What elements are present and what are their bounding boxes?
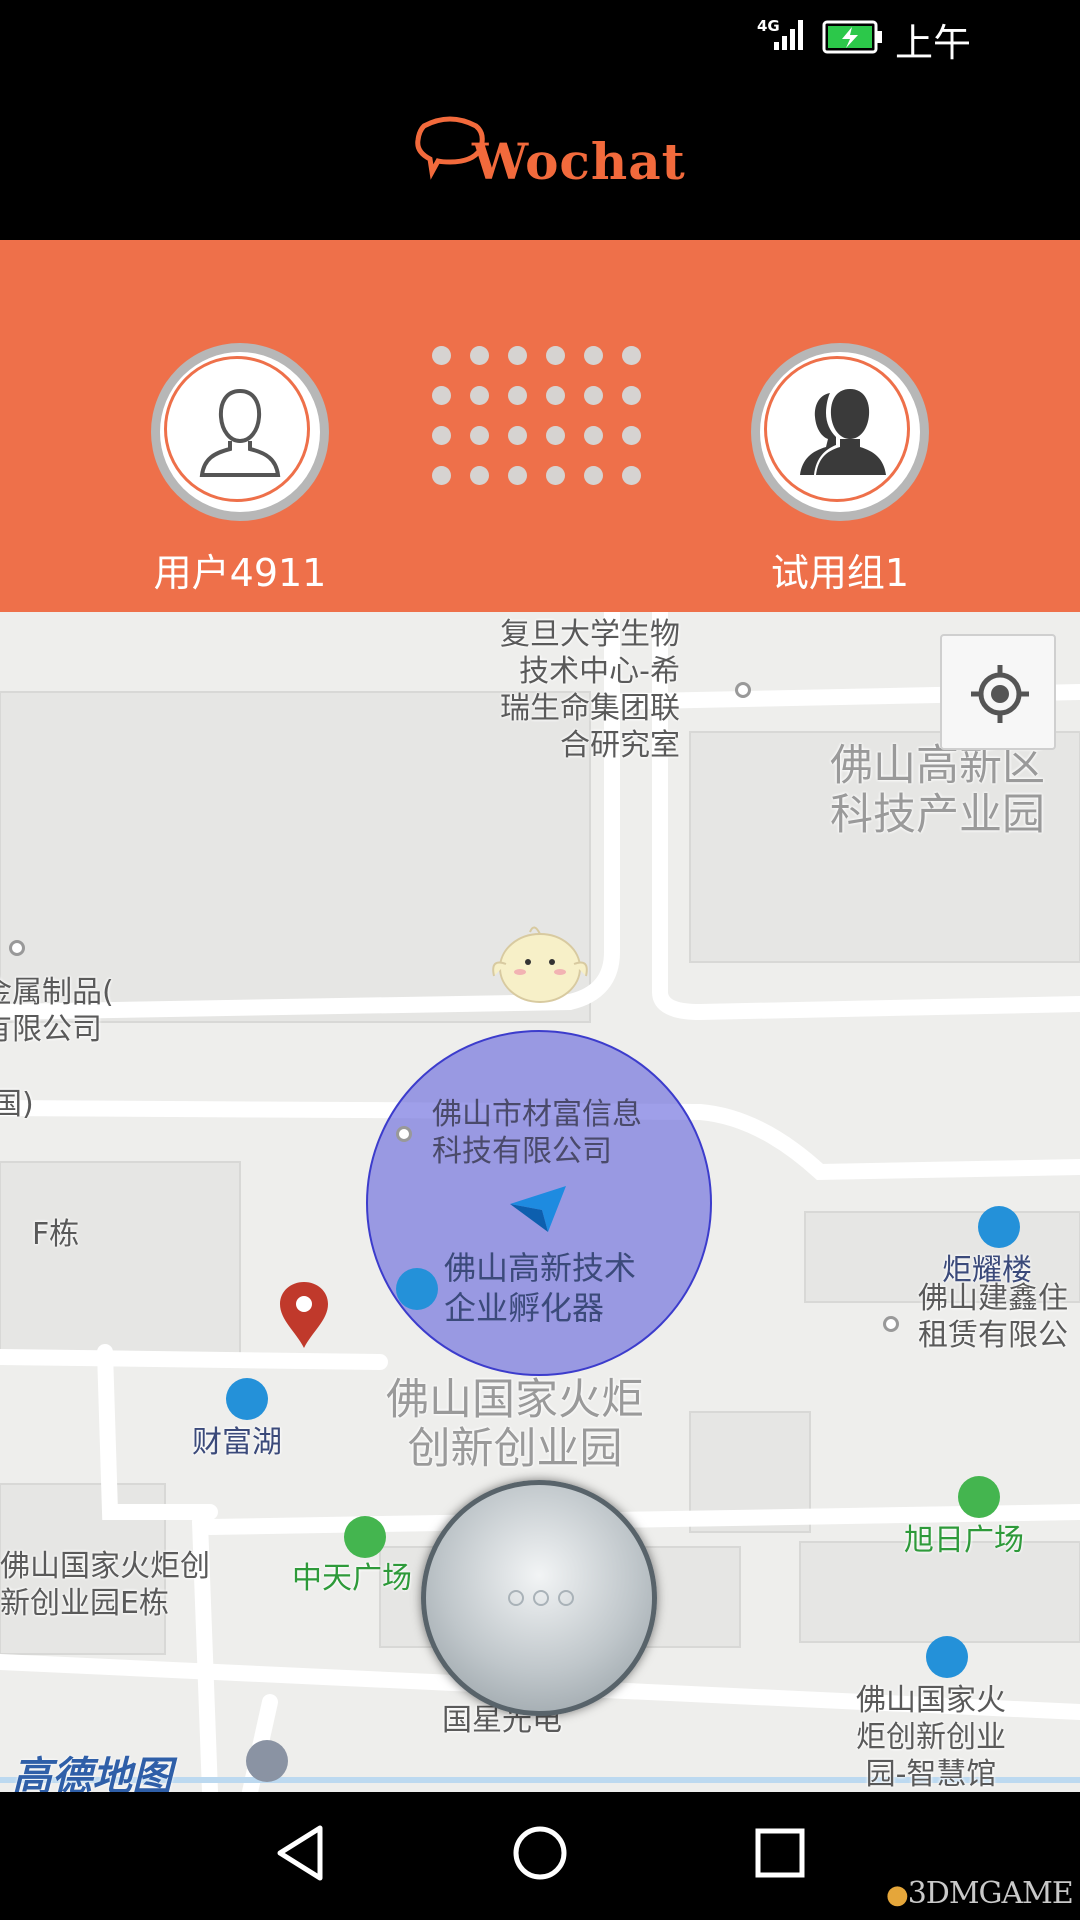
status-bar: 4G 上午10:39 — [0, 0, 1080, 111]
group-icon — [800, 389, 886, 475]
user-outline-icon — [199, 388, 281, 477]
navigation-arrow-icon — [510, 1186, 566, 1232]
crosshair-icon — [971, 665, 1029, 723]
poi-dot — [396, 1126, 412, 1142]
logo-text: Wochat — [472, 132, 686, 191]
map-label-hitech-park: 佛山高新区 科技产业园 — [830, 741, 1045, 840]
map-label-metal: 金属制品( 有限公司 — [0, 975, 114, 1047]
battery-icon — [822, 20, 882, 54]
group-name: 试用组1 — [770, 551, 910, 595]
poi-dot — [735, 682, 751, 698]
poi-dot — [883, 1316, 899, 1332]
map-label-fudan: 复旦大学生物 技术中心-希 瑞生命集团联 合研究室 — [500, 617, 680, 763]
map-label-partial: 国) — [0, 1087, 34, 1122]
watermark: ●3DMGAME — [886, 1876, 1074, 1911]
map-label-torch-e: 佛山国家火炬创 新创业园E栋 — [0, 1549, 210, 1621]
group-avatar-button[interactable] — [751, 343, 929, 521]
map-label-jianxin: 佛山建鑫住 租赁有限公 — [918, 1281, 1068, 1353]
map-label-smart-hall: 佛山国家火 炬创新创业 园-智慧馆 — [856, 1683, 1006, 1792]
ellipsis-icon — [508, 1590, 574, 1606]
poi-tree-icon[interactable] — [344, 1516, 386, 1558]
map-label-zhongtian: 中天广场 — [292, 1561, 412, 1596]
back-triangle-icon[interactable] — [272, 1822, 328, 1884]
poi-metro-icon[interactable] — [246, 1740, 288, 1782]
poi-building-icon[interactable] — [926, 1636, 968, 1678]
caller-name: 用户4911 — [153, 551, 327, 595]
system-nav-bar: ●3DMGAME — [0, 1792, 1080, 1920]
map-label-incubator: 佛山高新技术 企业孵化器 — [444, 1249, 637, 1327]
recents-square-icon[interactable] — [752, 1822, 808, 1884]
user-avatar-button[interactable] — [151, 343, 329, 521]
home-circle-icon[interactable] — [510, 1822, 570, 1884]
map-view[interactable]: 复旦大学生物 技术中心-希 瑞生命集团联 合研究室 佛山高新区 科技产业园 金属… — [0, 612, 1080, 1792]
mascot-icon — [492, 926, 588, 1003]
poi-building-icon[interactable] — [396, 1268, 438, 1310]
dot-grid-icon — [432, 346, 644, 496]
map-provider-logo: 高德地图 — [12, 1754, 172, 1792]
floating-menu-button[interactable] — [421, 1480, 657, 1716]
map-pin-icon[interactable] — [278, 1280, 330, 1350]
signal-icon — [774, 20, 803, 50]
map-label-torch-park: 佛山国家火炬 创新创业园 — [386, 1375, 644, 1474]
poi-tree-icon[interactable] — [958, 1476, 1000, 1518]
map-label-caifu-info: 佛山市材富信息 科技有限公司 — [432, 1097, 642, 1169]
map-label-xuri: 旭日广场 — [904, 1523, 1024, 1558]
poi-dot — [9, 940, 25, 956]
locate-me-button[interactable] — [940, 634, 1056, 750]
poi-building-icon[interactable] — [978, 1206, 1020, 1248]
map-label-caifu-lake: 财富湖 — [192, 1425, 282, 1460]
map-label-f-building: F栋 — [32, 1217, 80, 1252]
app-header: Wochat — [0, 72, 1080, 240]
poi-building-icon[interactable] — [226, 1378, 268, 1420]
call-panel: 用户4911 试用组1 — [0, 240, 1080, 612]
